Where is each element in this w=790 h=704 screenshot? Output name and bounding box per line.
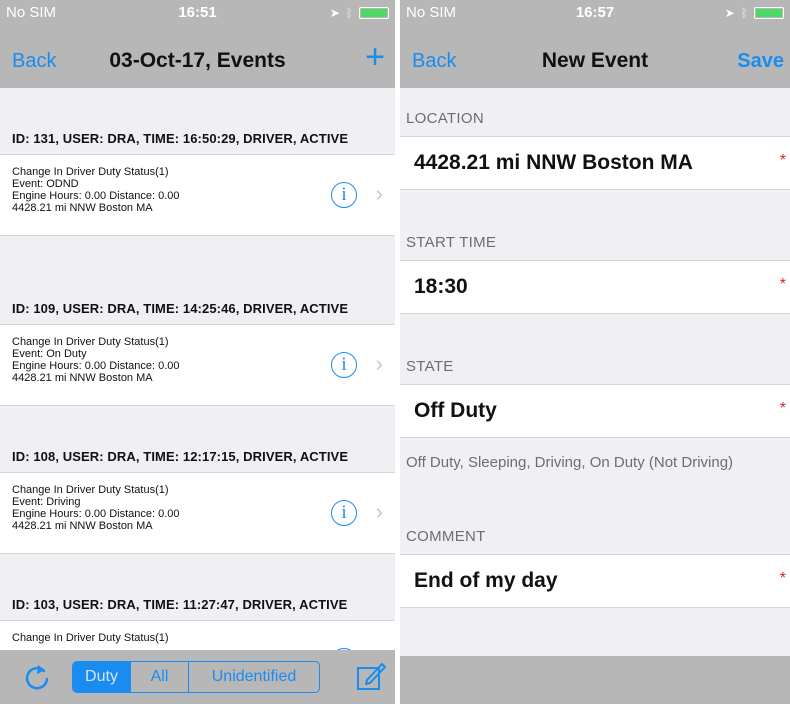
event-details: Change In Driver Duty Status(1) Event: D… xyxy=(12,484,180,532)
location-value: 4428.21 mi NNW Boston MA xyxy=(414,151,693,174)
state-value: Off Duty xyxy=(414,399,497,422)
events-screen: No SIM 16:51 ➤ ᛒ Back 03-Oct-17, Events … xyxy=(0,0,395,704)
event-row[interactable]: Change In Driver Duty Status(1) Event: O… xyxy=(0,154,395,236)
location-field[interactable]: 4428.21 mi NNW Boston MA * xyxy=(400,136,790,190)
new-event-screen: No SIM 16:57 ➤ ᛒ Back New Event Save LOC… xyxy=(400,0,790,704)
page-title: 03-Oct-17, Events xyxy=(109,49,286,72)
event-location: 4428.21 mi NNW Boston MA xyxy=(12,372,153,384)
event-status: Event: On Duty xyxy=(12,348,87,360)
event-engine: Engine Hours: 0.00 Distance: 0.00 xyxy=(12,360,180,372)
event-location: 4428.21 mi NNW Boston MA xyxy=(12,202,153,214)
segment-unidentified[interactable]: Unidentified xyxy=(189,662,319,692)
start-time-field[interactable]: 18:30 * xyxy=(400,260,790,314)
event-header-text: ID: 108, USER: DRA, TIME: 12:17:15, DRIV… xyxy=(12,449,349,464)
event-header-text: ID: 131, USER: DRA, TIME: 16:50:29, DRIV… xyxy=(12,131,349,146)
required-marker: * xyxy=(779,276,786,293)
status-bar: No SIM 16:51 ➤ ᛒ xyxy=(0,0,395,26)
bluetooth-icon: ᛒ xyxy=(345,6,353,20)
location-label: LOCATION xyxy=(406,110,484,127)
event-engine: Engine Hours: 0.00 Distance: 0.00 xyxy=(12,508,180,520)
event-header-text: ID: 103, USER: DRA, TIME: 11:27:47, DRIV… xyxy=(12,597,348,612)
event-type: Change In Driver Duty Status(1) xyxy=(12,166,169,178)
navigation-bar: Back New Event Save xyxy=(400,26,790,88)
bluetooth-icon: ᛒ xyxy=(740,6,748,20)
event-details: Change In Driver Duty Status(1) Event: O… xyxy=(12,166,180,214)
comment-label: COMMENT xyxy=(406,528,486,545)
event-status: Event: Driving xyxy=(12,496,81,508)
required-marker: * xyxy=(779,570,786,587)
compose-icon[interactable] xyxy=(355,660,387,692)
event-section-header: ID: 131, USER: DRA, TIME: 16:50:29, DRIV… xyxy=(0,88,395,154)
comment-field[interactable]: End of my day * xyxy=(400,554,790,608)
state-field[interactable]: Off Duty * xyxy=(400,384,790,438)
battery-icon xyxy=(359,7,389,19)
status-icons: ➤ ᛒ xyxy=(330,6,389,20)
status-icons: ➤ ᛒ xyxy=(725,6,784,20)
event-section-header: ID: 103, USER: DRA, TIME: 11:27:47, DRIV… xyxy=(0,554,395,620)
top-bar: No SIM 16:51 ➤ ᛒ Back 03-Oct-17, Events … xyxy=(0,0,395,88)
event-type: Change In Driver Duty Status(1) xyxy=(12,336,169,348)
navigation-bar: Back 03-Oct-17, Events + xyxy=(0,26,395,88)
start-time-value: 18:30 xyxy=(414,275,468,298)
chevron-right-icon: › xyxy=(375,181,383,206)
event-row[interactable]: Change In Driver Duty Status(1) i xyxy=(0,620,395,650)
event-type: Change In Driver Duty Status(1) xyxy=(12,484,169,496)
start-time-label: START TIME xyxy=(406,234,497,251)
state-hint: Off Duty, Sleeping, Driving, On Duty (No… xyxy=(406,454,734,471)
info-icon[interactable]: i xyxy=(331,182,357,208)
info-icon[interactable]: i xyxy=(331,352,357,378)
event-engine: Engine Hours: 0.00 Distance: 0.00 xyxy=(12,190,180,202)
top-bar: No SIM 16:57 ➤ ᛒ Back New Event Save xyxy=(400,0,790,88)
event-type: Change In Driver Duty Status(1) xyxy=(12,632,169,644)
event-status: Event: ODND xyxy=(12,178,79,190)
bottom-bar xyxy=(400,656,790,704)
event-list[interactable]: ID: 131, USER: DRA, TIME: 16:50:29, DRIV… xyxy=(0,88,395,650)
back-button[interactable]: Back xyxy=(12,50,56,73)
required-marker: * xyxy=(779,152,786,169)
event-details: Change In Driver Duty Status(1) xyxy=(12,632,169,644)
segment-duty[interactable]: Duty xyxy=(73,662,131,692)
state-label: STATE xyxy=(406,358,454,375)
save-button[interactable]: Save xyxy=(737,50,784,73)
filter-segmented-control[interactable]: Duty All Unidentified xyxy=(72,661,320,693)
comment-value: End of my day xyxy=(414,569,558,592)
battery-icon xyxy=(754,7,784,19)
new-event-form: LOCATION 4428.21 mi NNW Boston MA * STAR… xyxy=(400,88,790,656)
event-details: Change In Driver Duty Status(1) Event: O… xyxy=(12,336,180,384)
add-event-button[interactable]: + xyxy=(365,40,385,74)
location-arrow-icon: ➤ xyxy=(724,6,735,20)
back-button[interactable]: Back xyxy=(412,50,456,73)
event-header-text: ID: 109, USER: DRA, TIME: 14:25:46, DRIV… xyxy=(12,301,349,316)
status-bar: No SIM 16:57 ➤ ᛒ xyxy=(400,0,790,26)
event-row[interactable]: Change In Driver Duty Status(1) Event: D… xyxy=(0,472,395,554)
chevron-right-icon: › xyxy=(375,499,383,524)
location-arrow-icon: ➤ xyxy=(329,6,340,20)
chevron-right-icon: › xyxy=(375,351,383,376)
event-section-header: ID: 108, USER: DRA, TIME: 12:17:15, DRIV… xyxy=(0,406,395,472)
refresh-icon[interactable] xyxy=(22,662,52,692)
page-title: New Event xyxy=(541,49,649,72)
event-location: 4428.21 mi NNW Boston MA xyxy=(12,520,153,532)
segment-all[interactable]: All xyxy=(131,662,189,692)
event-row[interactable]: Change In Driver Duty Status(1) Event: O… xyxy=(0,324,395,406)
info-icon[interactable]: i xyxy=(331,500,357,526)
required-marker: * xyxy=(779,400,786,417)
bottom-toolbar: Duty All Unidentified xyxy=(0,650,395,704)
event-section-header: ID: 109, USER: DRA, TIME: 14:25:46, DRIV… xyxy=(0,236,395,324)
